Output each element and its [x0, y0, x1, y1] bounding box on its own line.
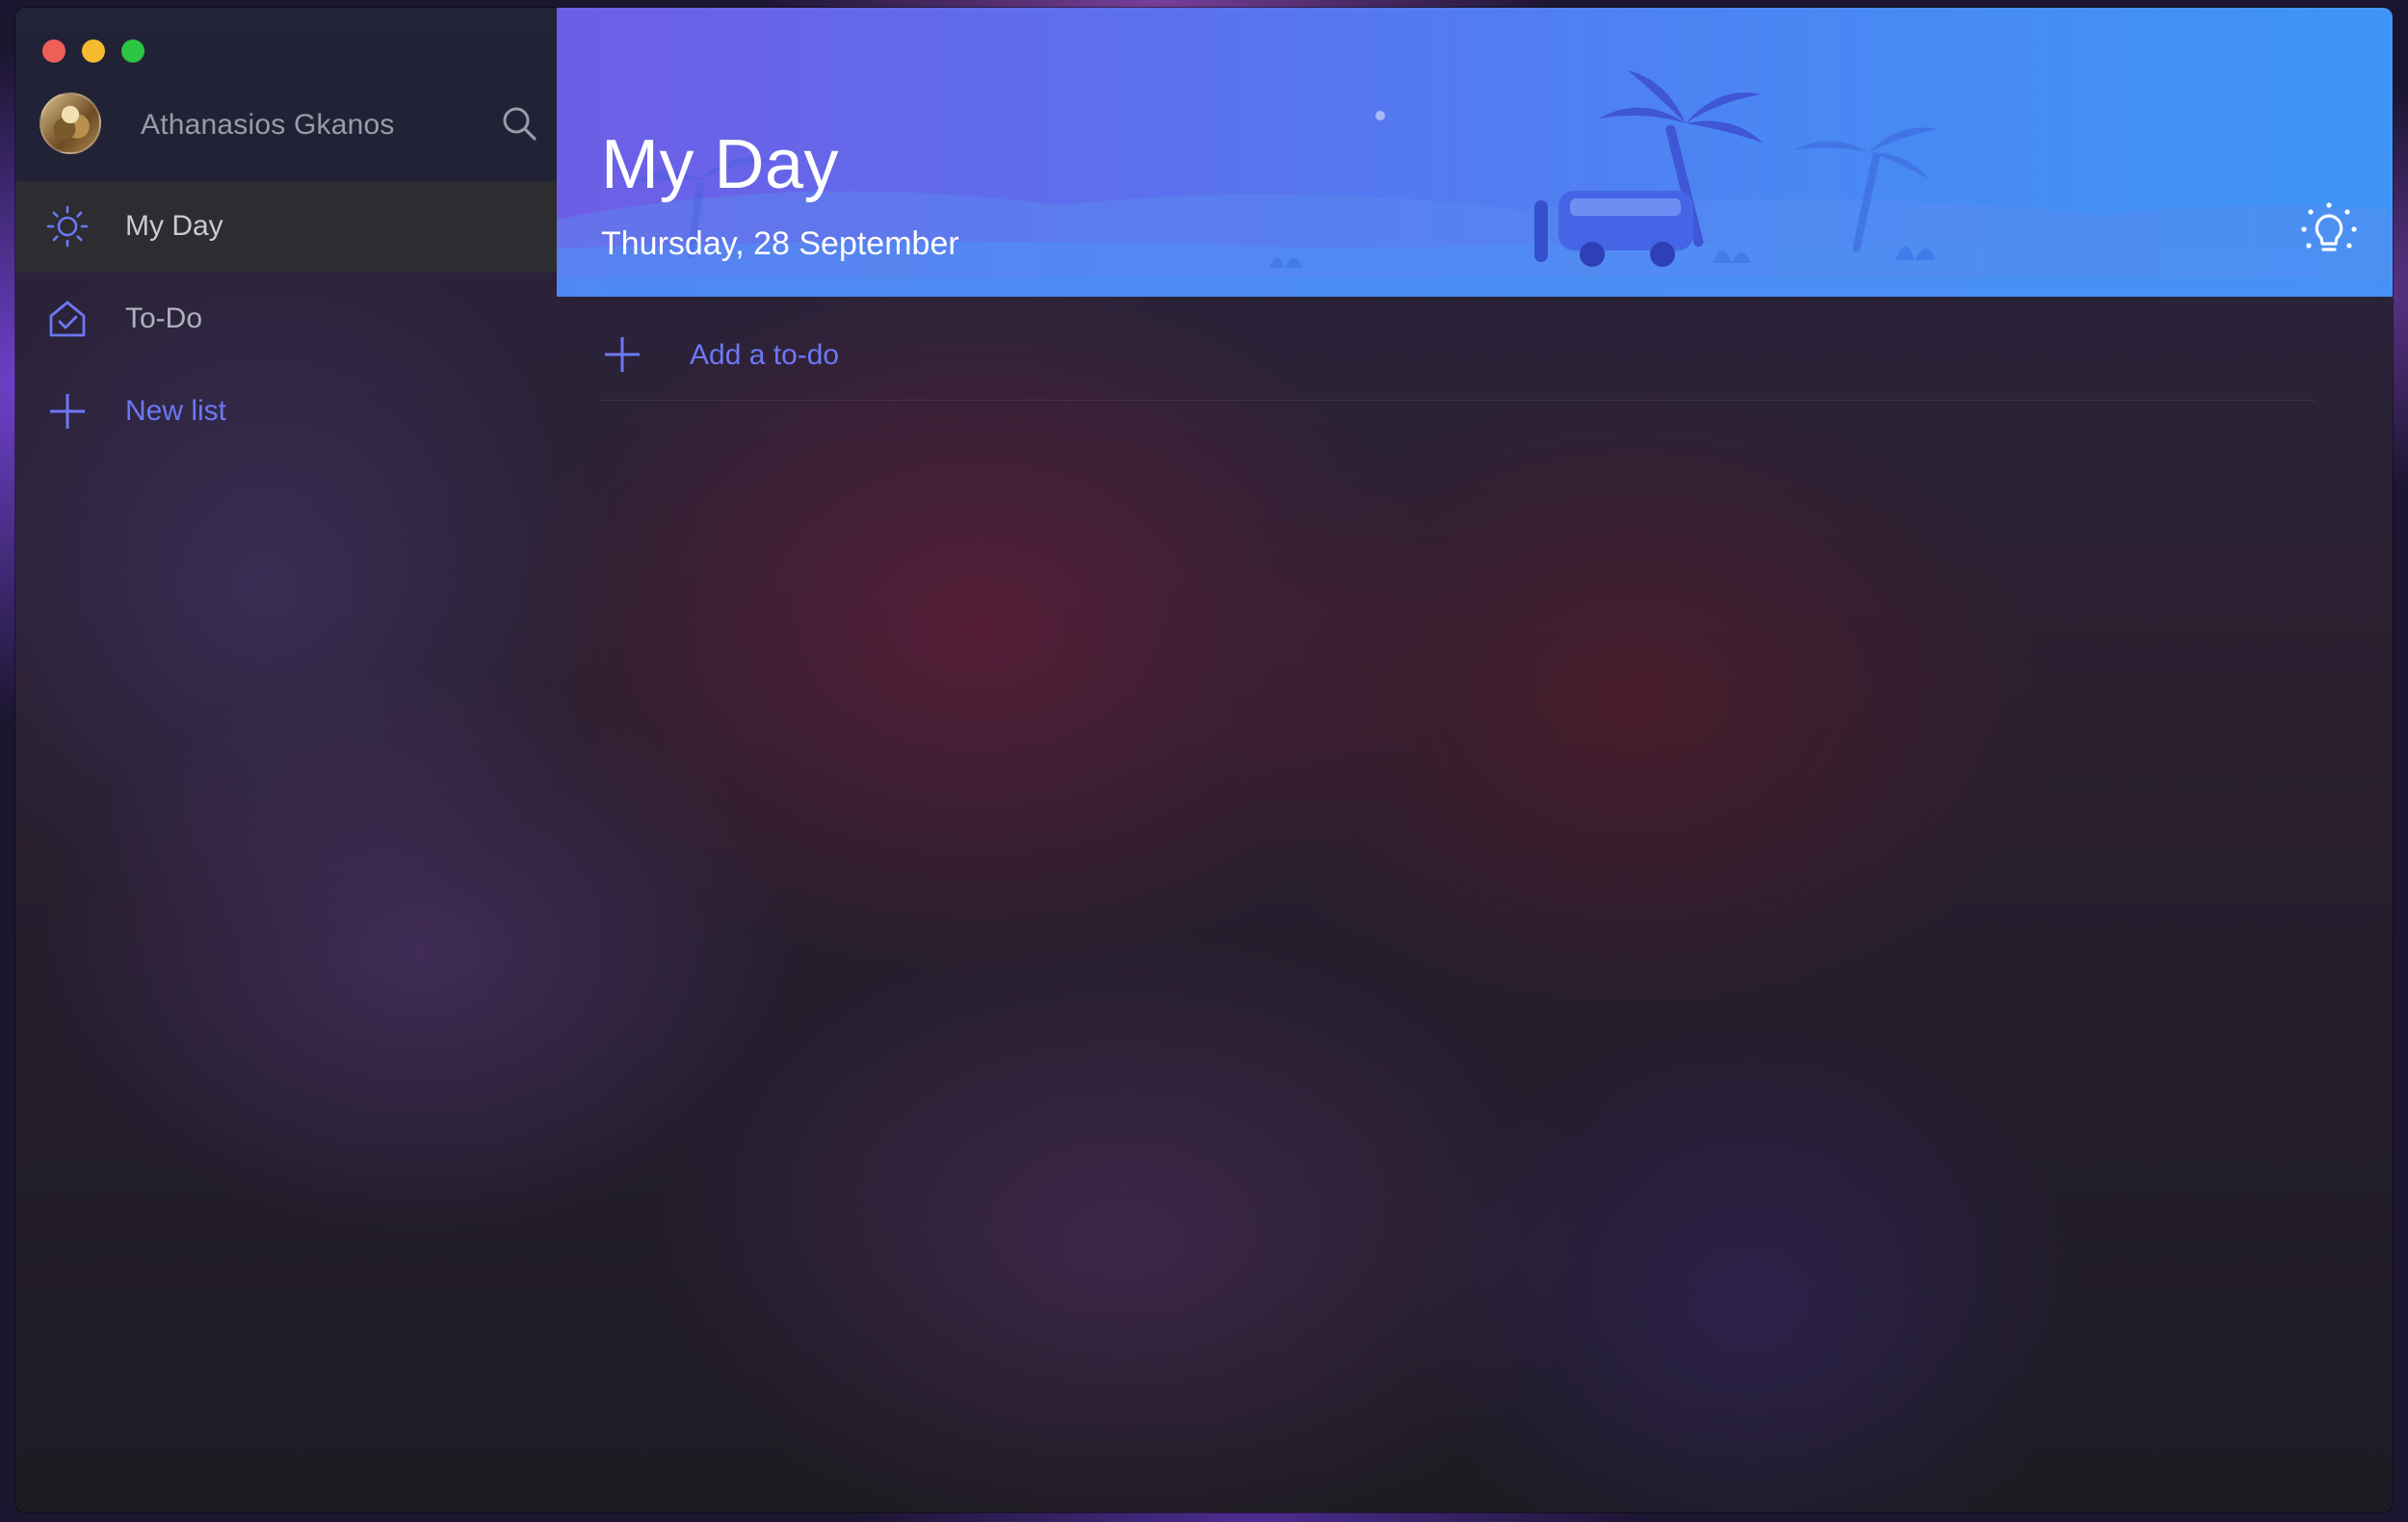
profile-bar[interactable]: Athanasios Gkanos [39, 92, 540, 158]
main-panel: My Day Thursday, 28 September Add a to-d… [557, 8, 2393, 1512]
sun-icon [46, 205, 89, 248]
sidebar-item-my-day[interactable]: My Day [15, 181, 557, 272]
sidebar-header: Athanasios Gkanos [15, 8, 557, 181]
my-day-banner: My Day Thursday, 28 September [557, 8, 2393, 297]
page-date: Thursday, 28 September [601, 225, 959, 262]
avatar[interactable] [39, 92, 101, 154]
sidebar-item-label: To-Do [125, 302, 203, 334]
app-window: Athanasios Gkanos My Day To-Do New list … [15, 8, 2393, 1512]
search-icon[interactable] [500, 104, 538, 143]
minimize-window-button[interactable] [82, 39, 105, 63]
plus-icon [605, 337, 640, 372]
sidebar-item-label: New list [125, 395, 227, 427]
lightbulb-icon[interactable] [2298, 200, 2360, 262]
window-controls [42, 39, 144, 63]
sidebar-item-to-do[interactable]: To-Do [15, 274, 557, 364]
plus-icon [50, 394, 85, 429]
new-list-button[interactable]: New list [15, 366, 557, 457]
close-window-button[interactable] [42, 39, 65, 63]
maximize-window-button[interactable] [121, 39, 144, 63]
sidebar: Athanasios Gkanos My Day To-Do New list [15, 8, 557, 1512]
add-todo-input[interactable]: Add a to-do [690, 339, 839, 372]
sidebar-item-label: My Day [125, 210, 223, 242]
profile-name[interactable]: Athanasios Gkanos [141, 109, 395, 142]
home-check-icon [49, 301, 86, 337]
add-todo-row[interactable]: Add a to-do [601, 324, 2316, 401]
page-title: My Day [601, 126, 840, 203]
